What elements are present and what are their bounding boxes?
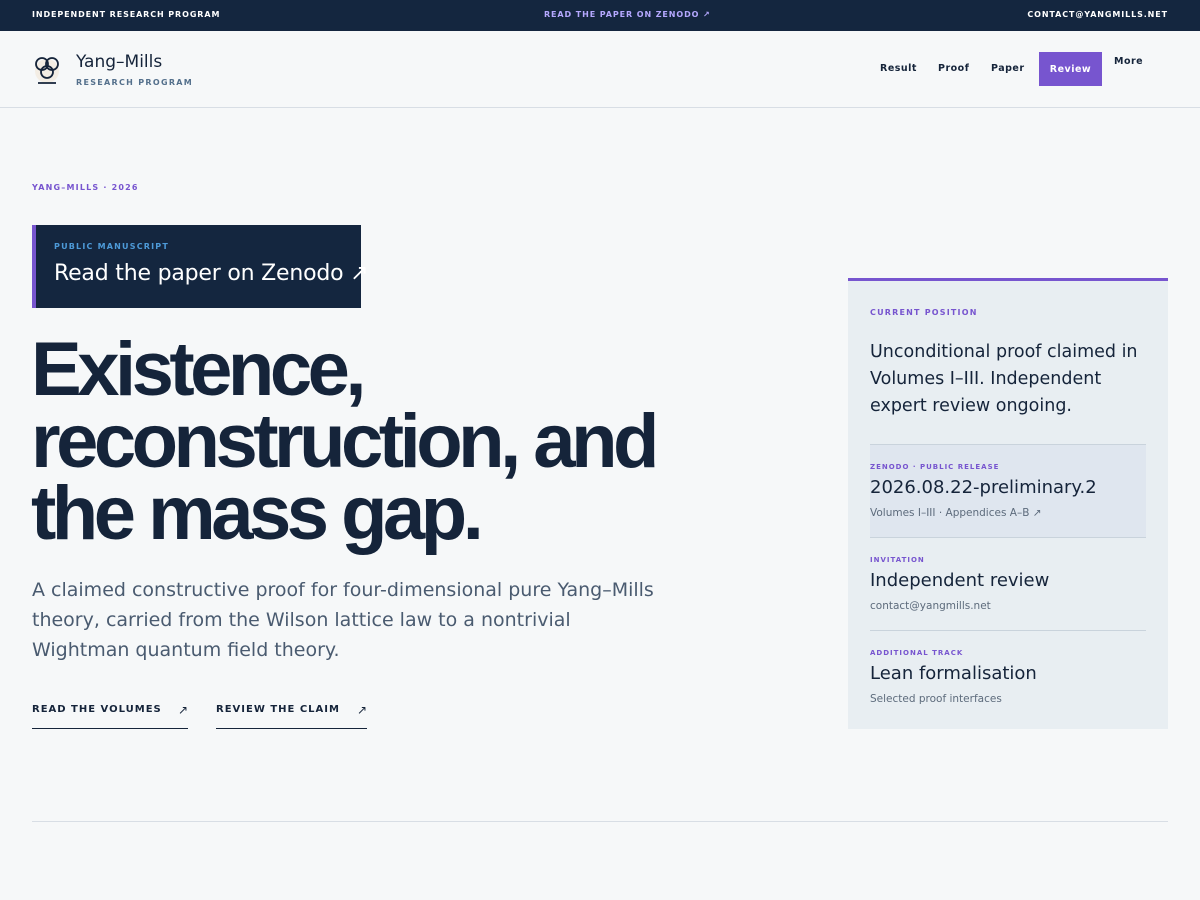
release-label: ZENODO · PUBLIC RELEASE — [870, 463, 1000, 471]
nav-item-more[interactable]: More — [1114, 56, 1143, 67]
invitation-label: INVITATION — [870, 556, 925, 564]
zenodo-top-link[interactable]: READ THE PAPER ON ZENODO ↗ — [544, 10, 711, 19]
release-contents: Volumes I–III · Appendices A–B ↗ — [870, 507, 1042, 519]
release-version: 2026.08.22-preliminary.2 — [870, 477, 1097, 498]
manuscript-title: Read the paper on Zenodo ↗ — [54, 261, 369, 286]
nav-item-result[interactable]: Result — [880, 63, 917, 74]
review-claim-label: REVIEW THE CLAIM — [216, 704, 340, 715]
page-title: Existence, reconstruction, and the mass … — [31, 327, 731, 556]
nav-item-paper[interactable]: Paper — [991, 63, 1025, 74]
review-claim-link[interactable]: REVIEW THE CLAIM ↗ — [216, 703, 367, 729]
nav-item-proof[interactable]: Proof — [938, 63, 969, 74]
status-panel: CURRENT POSITION Unconditional proof cla… — [848, 278, 1168, 729]
zenodo-manuscript-link[interactable]: PUBLIC MANUSCRIPT Read the paper on Zeno… — [32, 225, 369, 308]
read-volumes-label: READ THE VOLUMES — [32, 704, 162, 715]
nav-item-review[interactable]: Review — [1039, 52, 1102, 86]
headline-line-1: Existence, — [31, 327, 367, 412]
section-divider — [32, 821, 1168, 822]
invitation-item[interactable]: INVITATION Independent review contact@ya… — [870, 537, 1146, 630]
lean-track-item[interactable]: ADDITIONAL TRACK Lean formalisation Sele… — [870, 630, 1146, 723]
arrow-up-right-icon: ↗ — [177, 703, 188, 717]
arrow-up-right-icon: ↗ — [356, 703, 367, 717]
headline-line-3: the mass gap. — [31, 471, 484, 556]
headline-line-2: reconstruction, and — [31, 399, 659, 484]
hero-description: A claimed constructive proof for four-di… — [32, 579, 654, 661]
track-title: Lean formalisation — [870, 663, 1037, 684]
invitation-email: contact@yangmills.net — [870, 600, 991, 612]
brand-subtitle: RESEARCH PROGRAM — [76, 78, 194, 87]
status-panel-label: CURRENT POSITION — [870, 308, 978, 317]
main-navigation: Yang–Mills RESEARCH PROGRAM Result Proof… — [0, 31, 1200, 108]
program-label: INDEPENDENT RESEARCH PROGRAM — [32, 10, 221, 19]
hero-eyebrow: YANG–MILLS · 2026 — [32, 183, 139, 192]
track-label: ADDITIONAL TRACK — [870, 649, 964, 657]
invitation-title: Independent review — [870, 570, 1050, 591]
read-volumes-link[interactable]: READ THE VOLUMES ↗ — [32, 703, 188, 729]
contact-email-link[interactable]: CONTACT@YANGMILLS.NET — [1027, 10, 1168, 19]
manuscript-label: PUBLIC MANUSCRIPT — [54, 242, 170, 251]
release-item[interactable]: ZENODO · PUBLIC RELEASE 2026.08.22-preli… — [870, 444, 1146, 537]
current-position-text: Unconditional proof claimed in Volumes I… — [870, 342, 1138, 416]
announcement-bar: INDEPENDENT RESEARCH PROGRAM READ THE PA… — [0, 0, 1200, 31]
knot-logo-icon[interactable] — [32, 53, 62, 87]
track-description: Selected proof interfaces — [870, 693, 1002, 705]
brand-name[interactable]: Yang–Mills — [76, 52, 162, 72]
